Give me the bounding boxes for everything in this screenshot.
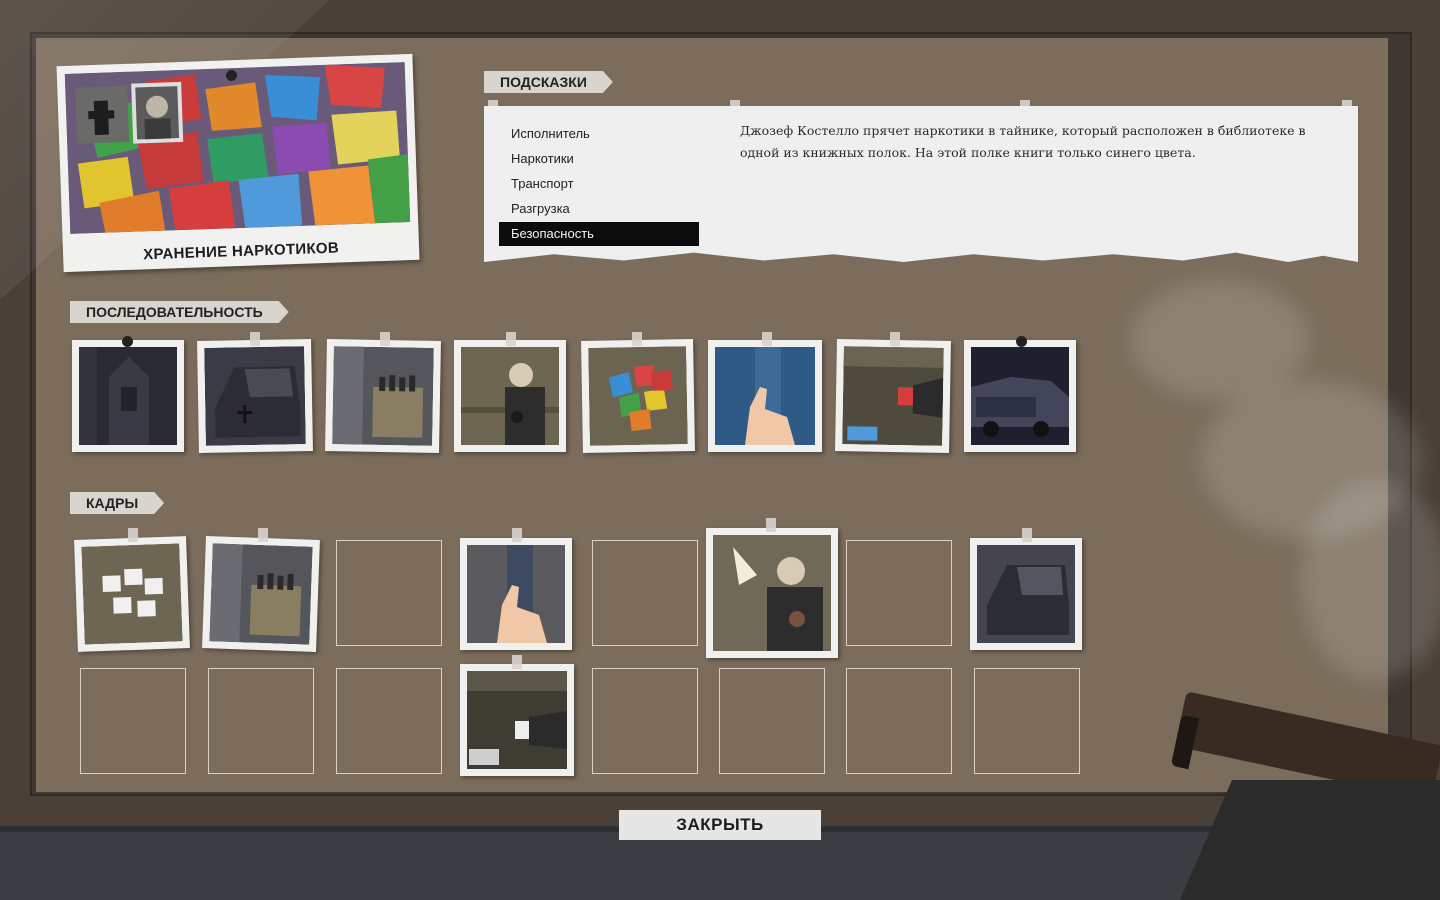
- tape: [762, 332, 772, 346]
- sequence-photo-drug-packets[interactable]: [581, 339, 695, 453]
- tape: [250, 332, 260, 346]
- tape: [258, 528, 268, 542]
- sequence-photo-crate[interactable]: [325, 339, 441, 453]
- sequence-photo-hearse[interactable]: [197, 339, 313, 453]
- tape: [1022, 528, 1032, 542]
- hint-item-transport[interactable]: Транспорт: [499, 172, 699, 196]
- case-card[interactable]: ХРАНЕНИЕ НАРКОТИКОВ: [56, 53, 420, 273]
- hint-item-security[interactable]: Безопасность: [499, 222, 699, 246]
- tape: [632, 332, 642, 346]
- frame-slot-empty[interactable]: [592, 540, 698, 646]
- hint-item-performer[interactable]: Исполнитель: [499, 122, 699, 146]
- frame-slot-empty[interactable]: [80, 668, 186, 774]
- smoke: [1300, 480, 1440, 680]
- sequence-photo-man-lighter[interactable]: [454, 340, 566, 452]
- frame-photo-crate[interactable]: [202, 536, 320, 652]
- sequence-photo-church[interactable]: [72, 340, 184, 452]
- hint-description: Джозеф Костелло прячет наркотики в тайни…: [740, 123, 1306, 160]
- frame-photo-hearse[interactable]: [970, 538, 1082, 650]
- frame-slot-empty[interactable]: [846, 668, 952, 774]
- tape: [380, 332, 390, 346]
- foreground-hand: [1180, 780, 1440, 900]
- frame-slot-empty[interactable]: [592, 668, 698, 774]
- tape: [128, 528, 138, 542]
- frame-slot-empty[interactable]: [974, 668, 1080, 774]
- frame-slot-empty[interactable]: [846, 540, 952, 646]
- frame-slot-empty[interactable]: [719, 668, 825, 774]
- hints-panel: Исполнитель Наркотики Транспорт Разгрузк…: [484, 106, 1358, 262]
- sequence-header: ПОСЛЕДОВАТЕЛЬНОСТЬ: [70, 301, 289, 323]
- tape: [766, 518, 776, 532]
- frame-photo-white-packets[interactable]: [74, 536, 190, 652]
- frames-header: КАДРЫ: [70, 492, 164, 514]
- sequence-photo-blue-book[interactable]: [708, 340, 822, 452]
- close-button[interactable]: ЗАКРЫТЬ: [619, 810, 821, 840]
- pin: [1016, 336, 1027, 347]
- tape: [506, 332, 516, 346]
- pin: [122, 336, 133, 347]
- case-illustration: [64, 62, 411, 234]
- tape: [890, 332, 900, 346]
- frame-photo-hand-packet[interactable]: [460, 664, 574, 776]
- frame-photo-blue-book[interactable]: [460, 538, 572, 650]
- sequence-photo-night-car[interactable]: [964, 340, 1076, 452]
- frame-photo-man-eating[interactable]: [706, 528, 838, 658]
- tape: [512, 528, 522, 542]
- sequence-photo-hand-packet[interactable]: [835, 339, 951, 453]
- hint-item-unloading[interactable]: Разгрузка: [499, 197, 699, 221]
- tape: [512, 655, 522, 669]
- pin: [226, 70, 237, 81]
- frame-slot-empty[interactable]: [336, 540, 442, 646]
- frame-slot-empty[interactable]: [208, 668, 314, 774]
- hints-header: ПОДСКАЗКИ: [484, 71, 613, 93]
- frame-slot-empty[interactable]: [336, 668, 442, 774]
- hint-item-drugs[interactable]: Наркотики: [499, 147, 699, 171]
